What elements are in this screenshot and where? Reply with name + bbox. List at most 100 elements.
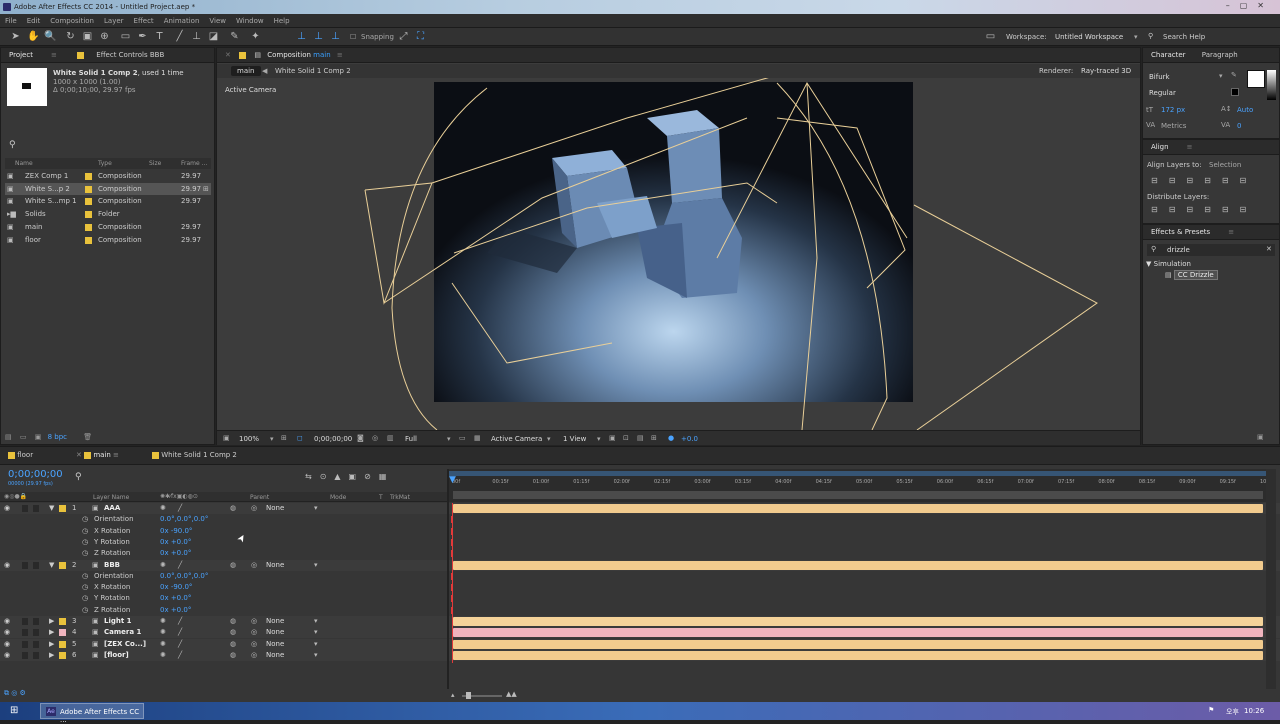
label-color-swatch[interactable] xyxy=(85,223,92,231)
parent-pickwhip-icon[interactable]: ◎ xyxy=(251,627,257,638)
quality-switch-icon[interactable]: ╱ xyxy=(178,639,182,650)
search-icon[interactable]: ⚲ xyxy=(75,472,82,482)
grid-icon[interactable]: ⊞ xyxy=(281,434,287,442)
parent-pickwhip-icon[interactable]: ◎ xyxy=(251,650,257,661)
layer-name[interactable]: [ZEX Co...] xyxy=(104,639,146,650)
chevron-down-icon[interactable]: ▾ xyxy=(314,639,318,650)
parent-dropdown[interactable]: None xyxy=(266,650,284,661)
region-of-interest-icon[interactable]: ▭ xyxy=(459,434,466,442)
solo-switch[interactable] xyxy=(22,629,28,637)
brush-tool-icon[interactable]: ╱ xyxy=(174,31,185,42)
menu-icon[interactable]: ≡ xyxy=(337,51,343,59)
menu-icon[interactable]: ≡ xyxy=(51,51,57,59)
zoom-dropdown[interactable]: 100% xyxy=(239,435,259,443)
timeline-footer-icons[interactable]: ⧉ ◎ ⚙ xyxy=(4,689,26,698)
menu-view[interactable]: View xyxy=(204,14,231,25)
parent-dropdown[interactable]: None xyxy=(266,639,284,650)
layer-row[interactable]: ◉ ▼ 1 ▣ AAA ✺ ╱ ◍ ◎ None ▾ xyxy=(0,503,1280,514)
roto-brush-tool-icon[interactable]: ✎ xyxy=(229,31,240,42)
workspace-icon[interactable]: ▭ xyxy=(985,31,996,42)
align-to-dropdown[interactable]: Selection xyxy=(1209,161,1241,169)
align-buttons-icon[interactable]: ⊟⊟⊟⊟⊟⊟ xyxy=(1151,176,1257,185)
shy-switch-icon[interactable]: ✺ xyxy=(160,650,166,661)
property-value[interactable]: 0x +0.0° xyxy=(160,537,191,548)
lock-switch[interactable] xyxy=(33,561,39,569)
snapshot-icon[interactable]: ◙ xyxy=(357,434,364,442)
chevron-down-icon[interactable]: ▾ xyxy=(314,560,318,571)
layer-label-swatch[interactable] xyxy=(59,618,66,625)
windows-start-icon[interactable]: ⊞ xyxy=(10,705,18,716)
3d-layer-icon[interactable]: ◍ xyxy=(230,560,236,571)
parent-dropdown[interactable]: None xyxy=(266,560,284,571)
col-layer-name[interactable]: Layer Name xyxy=(93,494,129,501)
menu-edit[interactable]: Edit xyxy=(22,14,46,25)
3d-layer-icon[interactable]: ◍ xyxy=(230,503,236,514)
3d-layer-icon[interactable]: ◍ xyxy=(230,627,236,638)
eye-icon[interactable]: ◉ xyxy=(4,639,10,650)
project-item[interactable]: ▣ White S...mp 1 Composition 29.97 xyxy=(5,195,211,207)
flowchart-icon[interactable]: ⊞ xyxy=(651,434,657,442)
type-tool-icon[interactable]: T xyxy=(154,31,165,42)
effect-cc-drizzle[interactable]: CC Drizzle xyxy=(1173,270,1218,280)
parent-pickwhip-icon[interactable]: ◎ xyxy=(251,560,257,571)
eraser-tool-icon[interactable]: ◪ xyxy=(208,31,219,42)
col-size[interactable]: Size xyxy=(149,160,161,167)
stopwatch-icon[interactable]: ◷ xyxy=(82,605,88,616)
menu-composition[interactable]: Composition xyxy=(45,14,99,25)
solo-switch[interactable] xyxy=(22,640,28,648)
comp-viewer[interactable] xyxy=(217,78,1140,430)
label-color-swatch[interactable] xyxy=(85,185,92,193)
expand-triangle-icon[interactable]: ▼ xyxy=(1146,260,1151,268)
zoom-tool-icon[interactable]: 🔍 xyxy=(44,31,56,42)
shy-switch-icon[interactable]: ✺ xyxy=(160,503,166,514)
timeline-tab-3[interactable]: White Solid 1 Comp 2 xyxy=(152,451,237,459)
layer-row[interactable]: ◉ ▶ 5 ▣ [ZEX Co...] ✺ ╱ ◍ ◎ None ▾ xyxy=(0,638,1280,650)
playhead-icon[interactable]: ▼ xyxy=(449,475,456,485)
kerning-value[interactable]: Metrics xyxy=(1161,122,1186,130)
font-size-value[interactable]: 172 px xyxy=(1161,106,1185,114)
menu-effect[interactable]: Effect xyxy=(129,14,159,25)
menu-icon[interactable]: ≡ xyxy=(1228,228,1234,236)
label-color-swatch[interactable] xyxy=(85,173,92,180)
3d-layer-icon[interactable]: ◍ xyxy=(230,639,236,650)
close-icon[interactable]: ✕ xyxy=(76,451,84,459)
eyedropper-icon[interactable]: ✎ xyxy=(1231,71,1237,79)
layer-duration-bar[interactable] xyxy=(453,560,1263,570)
project-item[interactable]: ▣ main Composition 29.97 xyxy=(5,221,211,233)
property-value[interactable]: 0x -90.0° xyxy=(160,526,192,537)
close-icon[interactable]: ✕ xyxy=(225,51,231,59)
stopwatch-icon[interactable]: ◷ xyxy=(82,582,88,593)
layer-row[interactable]: ◉ ▶ 3 ▣ Light 1 ✺ ╱ ◍ ◎ None ▾ xyxy=(0,616,1280,627)
font-family-dropdown[interactable]: Bifurk xyxy=(1149,73,1170,81)
chevron-down-icon[interactable]: ▾ xyxy=(1134,33,1138,41)
layer-name[interactable]: AAA xyxy=(104,503,120,514)
rectangle-tool-icon[interactable]: ▭ xyxy=(120,31,131,42)
layer-duration-bar[interactable] xyxy=(453,628,1263,638)
parent-dropdown[interactable]: None xyxy=(266,616,284,627)
expand-open-icon[interactable]: ▼ xyxy=(49,560,54,571)
project-item[interactable]: ▸▆ Solids Folder xyxy=(5,208,211,220)
menu-window[interactable]: Window xyxy=(231,14,269,25)
mask-visibility-icon[interactable]: ◻ xyxy=(297,434,303,442)
timeline-tab-1[interactable]: floor xyxy=(8,451,33,459)
chevron-down-icon[interactable]: ▾ xyxy=(270,435,274,443)
layer-row[interactable]: ◉ ▶ 4 ▣ Camera 1 ✺ ╱ ◍ ◎ None ▾ xyxy=(0,627,1280,639)
toggle-pixel-aspect-icon[interactable]: ▣ xyxy=(609,434,616,442)
snap-icon[interactable]: ⤢ xyxy=(398,31,409,42)
quality-switch-icon[interactable]: ╱ xyxy=(178,560,182,571)
layer-label-swatch[interactable] xyxy=(59,629,66,637)
world-axis-icon[interactable]: ⊥ xyxy=(313,31,324,42)
parent-dropdown[interactable]: None xyxy=(266,627,284,638)
chevron-down-icon[interactable]: ▾ xyxy=(597,435,601,443)
stopwatch-icon[interactable]: ◷ xyxy=(82,514,88,525)
property-value[interactable]: 0x +0.0° xyxy=(160,593,191,604)
stroke-color-swatch[interactable] xyxy=(1231,88,1239,96)
stopwatch-icon[interactable]: ◷ xyxy=(82,571,88,582)
expand-open-icon[interactable]: ▼ xyxy=(49,503,54,514)
transparency-grid-icon[interactable]: ▦ xyxy=(474,434,481,442)
reset-exposure-icon[interactable]: ● xyxy=(668,434,674,442)
col-mode[interactable]: Mode xyxy=(330,494,346,501)
lock-switch[interactable] xyxy=(33,505,39,512)
stopwatch-icon[interactable]: ◷ xyxy=(82,526,88,537)
timeline-scrollbar[interactable] xyxy=(1266,469,1276,689)
